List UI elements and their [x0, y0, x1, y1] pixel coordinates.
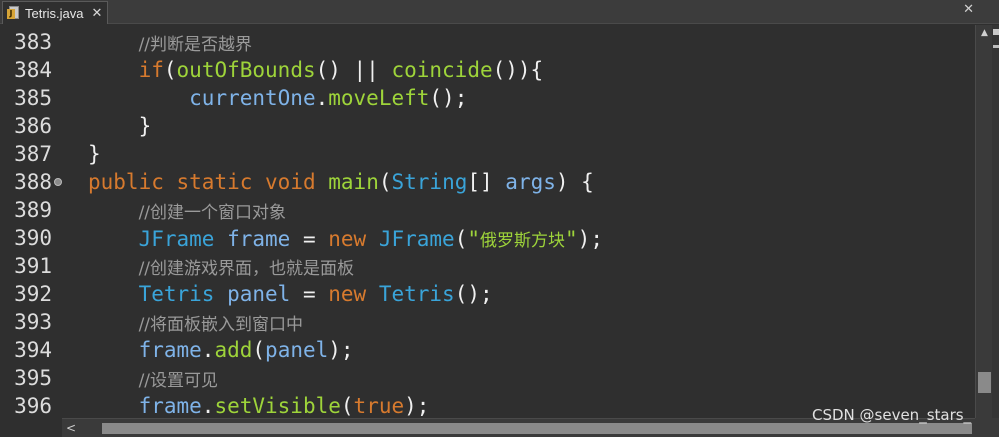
code-comment: //将面板嵌入到窗口中	[138, 314, 304, 335]
keyword: new	[328, 282, 367, 306]
punctuation: =	[290, 226, 329, 251]
string-quote: "	[467, 226, 481, 251]
scrollbar-corner	[975, 418, 999, 437]
keyword: void	[265, 170, 316, 194]
punctuation: );	[577, 226, 603, 251]
punctuation: .	[201, 394, 215, 418]
code-comment: //创建一个窗口对象	[138, 202, 287, 223]
code-line: 385 currentOne.moveLeft();	[0, 84, 975, 112]
code-line: 387}	[0, 140, 975, 168]
method-name: outOfBounds	[176, 58, 316, 82]
overview-ruler[interactable]	[992, 25, 999, 418]
line-number: 392	[14, 282, 52, 306]
overview-marker[interactable]	[993, 45, 999, 48]
line-number: 385	[14, 86, 52, 110]
vertical-scrollbar[interactable]: ▲	[975, 25, 992, 418]
code-line: 395 //设置可见	[0, 364, 975, 392]
code-line: 394 frame.add(panel);	[0, 336, 975, 364]
type-name: JFrame	[378, 226, 455, 251]
code-line: 390 JFrame frame = new JFrame("俄罗斯方块");	[0, 224, 975, 252]
line-number: 390	[14, 226, 52, 250]
scroll-up-icon[interactable]: ▲	[976, 25, 993, 42]
line-number: 386	[14, 114, 52, 138]
type-name: Tetris	[138, 282, 215, 306]
punctuation: ) {	[555, 170, 594, 194]
string-quote: "	[565, 226, 578, 251]
tab-label: Tetris.java	[25, 5, 84, 21]
punctuation: []	[467, 170, 506, 194]
line-number: 383	[14, 30, 52, 54]
punctuation: (	[454, 226, 468, 251]
keyword: true	[353, 394, 405, 418]
line-number: 389	[14, 198, 52, 222]
keyword: static	[176, 170, 253, 194]
code-line: 383 //判断是否越界	[0, 28, 975, 56]
code-line: 391 //创建游戏界面，也就是面板	[0, 252, 975, 280]
method-name: main	[328, 170, 379, 194]
line-number: 395	[14, 366, 52, 390]
keyword: public	[88, 170, 164, 194]
method-name: setVisible	[214, 394, 341, 418]
variable: panel	[227, 282, 291, 306]
variable: args	[505, 170, 556, 194]
punctuation: }	[138, 114, 152, 138]
line-number: 393	[14, 310, 52, 334]
punctuation: () ||	[315, 58, 392, 82]
method-name: moveLeft	[328, 86, 430, 110]
scroll-left-icon[interactable]: <	[66, 419, 80, 437]
punctuation: ();	[429, 86, 468, 110]
line-number: 396	[14, 394, 52, 418]
code-line: 389 //创建一个窗口对象	[0, 196, 975, 224]
line-number: 388	[14, 170, 52, 194]
punctuation: }	[88, 142, 101, 166]
line-number: 387	[14, 142, 52, 166]
vertical-scroll-thumb[interactable]	[978, 372, 991, 393]
variable: frame	[138, 394, 202, 418]
code-comment: //判断是否越界	[138, 34, 253, 55]
variable: frame	[227, 226, 291, 251]
code-line: 388 public static void main(String[] args…	[0, 168, 975, 196]
code-line: 386 }	[0, 112, 975, 140]
punctuation: =	[290, 282, 329, 306]
java-file-icon: J	[7, 6, 21, 20]
punctuation: (	[340, 394, 354, 418]
line-number: 394	[14, 338, 52, 362]
line-number: 384	[14, 58, 52, 82]
punctuation: ()){	[492, 58, 544, 82]
line-number: 391	[14, 254, 52, 278]
method-name: coincide	[391, 58, 493, 82]
punctuation: .	[315, 86, 329, 110]
code-line: 384 if(outOfBounds() || coincide()){	[0, 56, 975, 84]
string-literal: 俄罗斯方块	[480, 230, 566, 251]
fold-marker-icon[interactable]	[54, 178, 62, 186]
code-line: 393 //将面板嵌入到窗口中	[0, 308, 975, 336]
punctuation: .	[201, 338, 215, 362]
editor-tab-bar: J Tetris.java ✕ ✕	[0, 0, 999, 24]
method-name: add	[214, 338, 253, 362]
code-line: 392 Tetris panel = new Tetris();	[0, 280, 975, 308]
type-name: Tetris	[378, 282, 455, 306]
watermark: CSDN @seven_stars_	[812, 406, 972, 424]
code-editor[interactable]: 383 //判断是否越界 384 if(outOfBounds() || coi…	[0, 25, 975, 418]
type-name: String	[391, 170, 468, 194]
code-comment: //设置可见	[138, 370, 219, 391]
tab-tetris-java[interactable]: J Tetris.java ✕	[2, 1, 108, 24]
overview-marker[interactable]	[993, 29, 999, 35]
punctuation: ();	[454, 282, 493, 306]
variable: frame	[138, 338, 202, 362]
close-icon[interactable]: ✕	[92, 6, 103, 21]
horizontal-scroll-thumb[interactable]	[102, 423, 972, 434]
punctuation: );	[328, 338, 354, 362]
type-name: JFrame	[138, 226, 215, 251]
view-close-icon[interactable]: ✕	[963, 2, 974, 17]
variable: panel	[265, 338, 329, 362]
variable: currentOne	[189, 86, 316, 110]
punctuation: (	[163, 58, 177, 82]
punctuation: (	[252, 338, 266, 362]
keyword: new	[328, 226, 367, 251]
keyword: if	[138, 58, 164, 82]
code-comment: //创建游戏界面，也就是面板	[138, 258, 355, 279]
punctuation: );	[404, 394, 430, 418]
punctuation: (	[378, 170, 392, 194]
